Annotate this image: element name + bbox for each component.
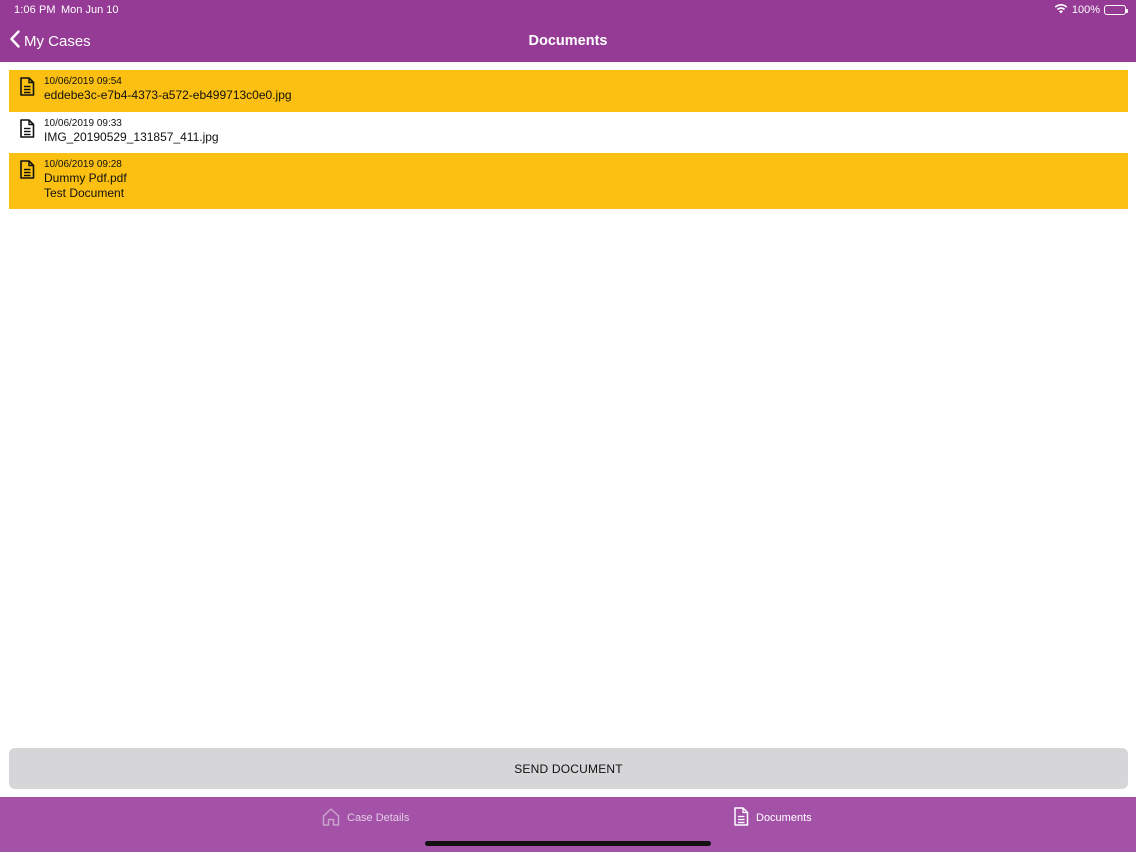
document-list: 10/06/2019 09:54 eddebe3c-e7b4-4373-a572… bbox=[9, 70, 1128, 209]
tab-case-details-label: Case Details bbox=[347, 812, 410, 824]
document-date: 10/06/2019 09:33 bbox=[44, 118, 122, 129]
document-name: Dummy Pdf.pdf bbox=[44, 171, 127, 185]
document-date: 10/06/2019 09:54 bbox=[44, 76, 122, 87]
document-row[interactable]: 10/06/2019 09:28 Dummy Pdf.pdf Test Docu… bbox=[9, 153, 1128, 209]
page-title: Documents bbox=[528, 33, 608, 49]
document-description: Test Document bbox=[44, 186, 125, 200]
document-name: IMG_20190529_131857_411.jpg bbox=[44, 130, 219, 144]
send-document-button[interactable]: SEND DOCUMENT bbox=[9, 748, 1128, 789]
tab-documents-label: Documents bbox=[756, 812, 812, 824]
home-icon bbox=[322, 807, 340, 829]
status-indicators: 100% bbox=[1054, 3, 1128, 17]
tab-case-details[interactable]: Case Details bbox=[322, 807, 409, 829]
app-root: 1:06 PM Mon Jun 10 100% My Cases Documen… bbox=[0, 0, 1136, 852]
document-name: eddebe3c-e7b4-4373-a572-eb499713c0e0.jpg bbox=[44, 88, 292, 102]
document-row[interactable]: 10/06/2019 09:54 eddebe3c-e7b4-4373-a572… bbox=[9, 70, 1128, 112]
wifi-icon bbox=[1054, 3, 1068, 17]
document-icon bbox=[19, 119, 35, 138]
document-icon bbox=[19, 160, 35, 179]
status-date: Mon Jun 10 bbox=[61, 4, 119, 16]
tab-documents[interactable]: Documents bbox=[733, 807, 812, 829]
navigation-bar: 1:06 PM Mon Jun 10 100% My Cases Documen… bbox=[0, 0, 1136, 62]
document-icon bbox=[733, 807, 749, 829]
status-time: 1:06 PM bbox=[14, 4, 56, 16]
battery-percentage: 100% bbox=[1071, 4, 1100, 16]
document-icon bbox=[19, 77, 35, 96]
document-row[interactable]: 10/06/2019 09:33 IMG_20190529_131857_411… bbox=[9, 112, 1128, 153]
home-indicator[interactable] bbox=[425, 841, 711, 846]
battery-icon bbox=[1104, 5, 1128, 15]
document-date: 10/06/2019 09:28 bbox=[44, 159, 122, 170]
